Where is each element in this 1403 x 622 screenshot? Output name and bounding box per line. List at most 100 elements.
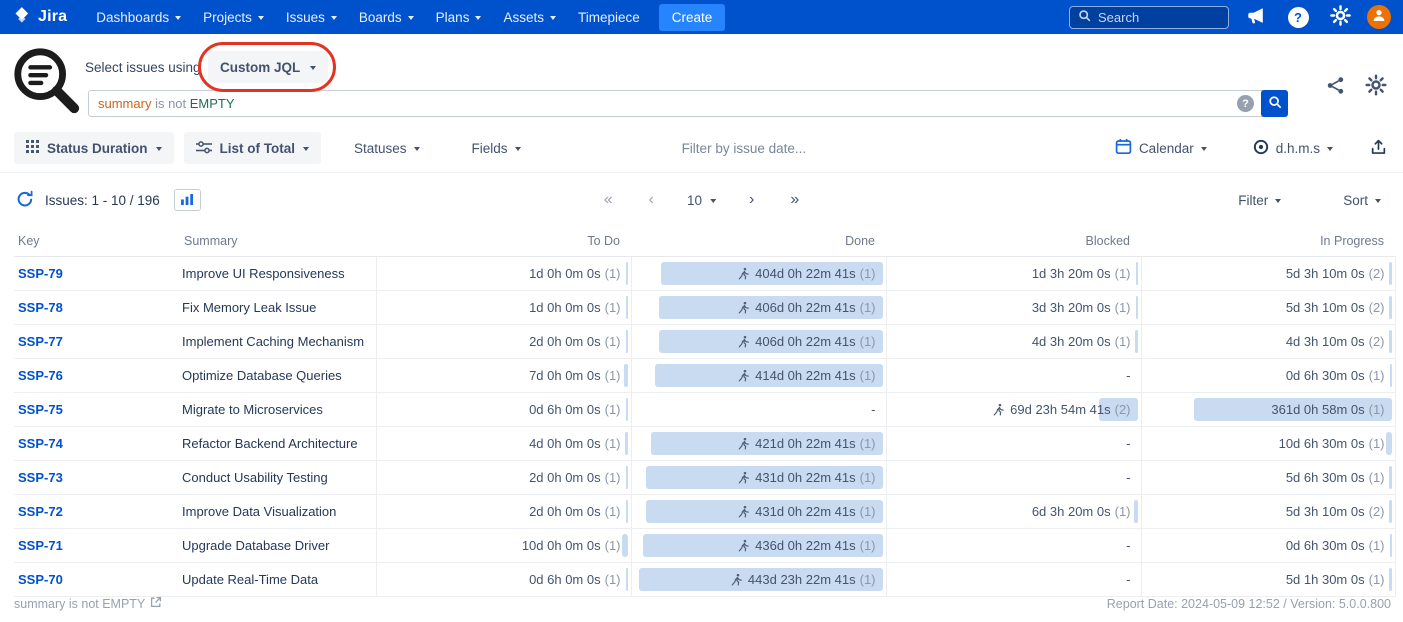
- issue-key-link[interactable]: SSP-75: [18, 402, 63, 417]
- issue-summary-text: Update Real-Time Data: [180, 563, 376, 597]
- duration-text: 431d 0h 22m 41s: [755, 504, 855, 519]
- column-header-done[interactable]: Done: [631, 228, 886, 257]
- status-count: (1): [605, 300, 621, 315]
- status-count: (1): [860, 504, 876, 519]
- sliders-icon: [196, 140, 212, 157]
- runner-icon: [992, 403, 1005, 416]
- issue-key-link[interactable]: SSP-79: [18, 266, 63, 281]
- footer-jql-link[interactable]: summary is not EMPTY: [14, 596, 162, 611]
- status-count: (1): [605, 538, 621, 553]
- issue-summary-text: Optimize Database Queries: [180, 359, 376, 393]
- done-cell: 443d 23h 22m 41s(1): [631, 563, 886, 597]
- table-row: SSP-71 Upgrade Database Driver 10d 0h 0m…: [14, 529, 1395, 563]
- report-settings-button[interactable]: [1365, 74, 1387, 99]
- feedback-button[interactable]: [1241, 2, 1271, 32]
- blocked-cell: 69d 23h 54m 41s(2): [886, 393, 1141, 427]
- next-page-button[interactable]: ›: [746, 192, 757, 208]
- jira-home-link[interactable]: Jira: [12, 5, 67, 30]
- issue-key-link[interactable]: SSP-74: [18, 436, 63, 451]
- issue-summary-text: Refactor Backend Architecture: [180, 427, 376, 461]
- issue-key-link[interactable]: SSP-78: [18, 300, 63, 315]
- calendar-dropdown[interactable]: Calendar: [1104, 132, 1218, 164]
- jql-search-button[interactable]: [1261, 90, 1288, 117]
- refresh-button[interactable]: [16, 190, 34, 211]
- duration-text: 10d 6h 30m 0s: [1279, 436, 1365, 451]
- page-size-select[interactable]: 10: [687, 193, 716, 208]
- export-button[interactable]: [1368, 132, 1389, 164]
- help-icon: ?: [1288, 7, 1309, 28]
- column-header-blocked[interactable]: Blocked: [886, 228, 1141, 257]
- status-count: (1): [1115, 266, 1131, 281]
- sort-dropdown[interactable]: Sort: [1337, 192, 1387, 209]
- jql-input[interactable]: summary is not EMPTY: [88, 90, 1288, 117]
- blocked-cell: -: [886, 529, 1141, 563]
- create-button[interactable]: Create: [659, 4, 726, 31]
- todo-cell: 2d 0h 0m 0s(1): [376, 325, 631, 359]
- issue-summary-text: Improve Data Visualization: [180, 495, 376, 529]
- inprogress-cell: 5d 3h 10m 0s(2): [1141, 257, 1395, 291]
- duration-format-dropdown[interactable]: d.h.m.s: [1242, 132, 1344, 164]
- issue-key-link[interactable]: SSP-73: [18, 470, 63, 485]
- search-placeholder: Search: [1098, 10, 1139, 25]
- column-header-todo[interactable]: To Do: [376, 228, 631, 257]
- issue-date-filter-input[interactable]: Filter by issue date...: [682, 141, 807, 156]
- blocked-cell: 6d 3h 20m 0s(1): [886, 495, 1141, 529]
- duration-text: 414d 0h 22m 41s: [755, 368, 855, 383]
- sort-label: Sort: [1343, 193, 1368, 208]
- todo-cell: 4d 0h 0m 0s(1): [376, 427, 631, 461]
- prev-page-button[interactable]: ‹: [646, 192, 657, 208]
- issue-key-link[interactable]: SSP-70: [18, 572, 63, 587]
- table-row: SSP-75 Migrate to Microservices 0d 6h 0m…: [14, 393, 1395, 427]
- todo-cell: 2d 0h 0m 0s(1): [376, 495, 631, 529]
- issues-table-body: SSP-79 Improve UI Responsiveness 1d 0h 0…: [14, 257, 1395, 597]
- inprogress-cell: 0d 6h 30m 0s(1): [1141, 359, 1395, 393]
- column-header-inprogress[interactable]: In Progress: [1141, 228, 1395, 257]
- share-button[interactable]: [1326, 76, 1345, 98]
- issue-summary-text: Migrate to Microservices: [180, 393, 376, 427]
- pagination: « ‹ 10 › »: [601, 183, 803, 217]
- todo-cell: 2d 0h 0m 0s (1): [376, 461, 631, 495]
- column-header-summary[interactable]: Summary: [180, 228, 376, 257]
- filter-dropdown[interactable]: Filter: [1232, 192, 1287, 209]
- nav-item-dashboards[interactable]: Dashboards: [85, 0, 192, 34]
- top-navigation: Jira Dashboards Projects Issues Boards P…: [0, 0, 1403, 34]
- status-count: (1): [860, 470, 876, 485]
- statuses-dropdown[interactable]: Statuses: [343, 132, 431, 164]
- table-header-row: Key Summary To Do Done Blocked In Progre…: [14, 228, 1395, 257]
- nav-item-projects[interactable]: Projects: [192, 0, 275, 34]
- view-mode-dropdown[interactable]: List of Total: [184, 132, 322, 164]
- fields-dropdown[interactable]: Fields: [461, 132, 532, 164]
- nav-item-plans[interactable]: Plans: [425, 0, 493, 34]
- issues-count-label: Issues: 1 - 10 / 196: [45, 193, 160, 208]
- nav-item-timepiece[interactable]: Timepiece: [567, 0, 651, 34]
- last-page-button[interactable]: »: [787, 192, 802, 208]
- status-count: (1): [860, 334, 876, 349]
- first-page-button[interactable]: «: [601, 192, 616, 208]
- nav-item-label: Timepiece: [578, 10, 640, 25]
- nav-item-assets[interactable]: Assets: [492, 0, 567, 34]
- issue-key-link[interactable]: SSP-76: [18, 368, 63, 383]
- done-cell: 436d 0h 22m 41s(1): [631, 529, 886, 563]
- table-row: SSP-70 Update Real-Time Data 0d 6h 0m 0s…: [14, 563, 1395, 597]
- runner-icon: [737, 335, 750, 348]
- query-mode-dropdown[interactable]: Custom JQL: [208, 51, 328, 83]
- column-header-key[interactable]: Key: [14, 228, 180, 257]
- duration-text: -: [1126, 470, 1130, 485]
- list-controls-row: Issues: 1 - 10 / 196 « ‹ 10 › » Filter S…: [0, 183, 1403, 217]
- duration-text: 2d 0h 0m 0s: [529, 470, 601, 485]
- report-type-dropdown[interactable]: Status Duration: [14, 132, 174, 164]
- issue-key-link[interactable]: SSP-71: [18, 538, 63, 553]
- duration-text: 436d 0h 22m 41s: [755, 538, 855, 553]
- nav-search-input[interactable]: Search: [1069, 6, 1229, 29]
- inprogress-cell: 5d 1h 30m 0s(1): [1141, 563, 1395, 597]
- nav-item-issues[interactable]: Issues: [275, 0, 348, 34]
- help-button[interactable]: ?: [1283, 2, 1313, 32]
- user-avatar[interactable]: [1367, 5, 1391, 29]
- settings-button[interactable]: [1325, 2, 1355, 32]
- nav-item-boards[interactable]: Boards: [348, 0, 425, 34]
- chart-view-button[interactable]: [174, 189, 201, 211]
- issue-key-link[interactable]: SSP-72: [18, 504, 63, 519]
- issue-key-link[interactable]: SSP-77: [18, 334, 63, 349]
- jql-help-icon[interactable]: ?: [1237, 95, 1254, 112]
- status-count: (1): [605, 470, 621, 485]
